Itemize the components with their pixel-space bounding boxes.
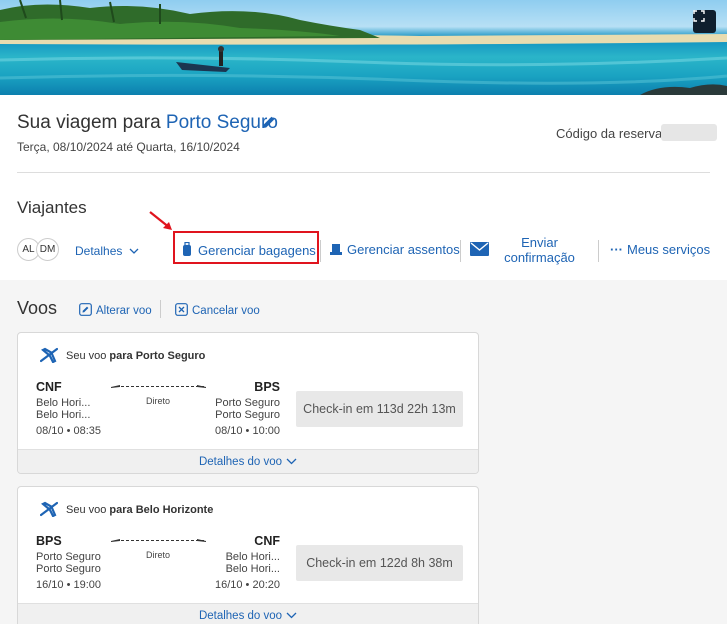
arrival-time: 08/10 • 10:00 <box>214 425 280 437</box>
flight-card: Seu voo para Porto Seguro CNF Belo Hori.… <box>17 332 479 474</box>
origin-airport: Belo Hori... <box>36 409 91 421</box>
trip-summary-panel: Sua viagem para Porto Seguro Terça, 08/1… <box>0 95 727 280</box>
my-services-label: Meus serviços <box>627 242 711 257</box>
destination-code: BPS <box>254 380 280 394</box>
origin-airport: Porto Seguro <box>36 563 101 575</box>
action-separator <box>598 240 599 262</box>
chevron-down-icon <box>129 248 139 254</box>
seat-icon <box>330 244 342 255</box>
expand-button[interactable] <box>693 10 716 33</box>
flight-details-link[interactable]: Detalhes do voo <box>18 449 478 473</box>
travelers-details-label: Detalhes <box>75 244 123 258</box>
page-title: Sua viagem para Porto Seguro <box>17 112 278 134</box>
origin-code: BPS <box>36 534 62 548</box>
send-confirmation-line1: Enviar <box>521 235 558 250</box>
origin-city: Belo Hori... <box>36 397 91 409</box>
plane-landing-icon <box>197 385 206 388</box>
checkin-countdown: Check-in em 122d 8h 38m <box>296 545 463 581</box>
beach-illustration <box>0 0 727 95</box>
trip-title-prefix: Sua viagem para <box>17 112 166 133</box>
action-separator <box>320 240 321 262</box>
departure-time: 16/10 • 19:00 <box>36 579 102 591</box>
hero-image <box>0 0 727 95</box>
flight-header: Seu voo para Belo Horizonte <box>66 504 213 516</box>
departure-time: 08/10 • 08:35 <box>36 425 102 437</box>
flight-header: Seu voo para Porto Seguro <box>66 350 205 362</box>
section-divider <box>17 172 710 173</box>
trip-dates: Terça, 08/10/2024 até Quarta, 16/10/2024 <box>17 140 240 154</box>
envelope-icon[interactable] <box>470 242 489 256</box>
expand-icon <box>693 10 705 22</box>
chevron-down-icon <box>286 612 297 619</box>
travelers-details-link[interactable]: Detalhes <box>75 244 139 258</box>
link-separator <box>160 300 161 318</box>
change-flight-label: Alterar voo <box>96 305 152 317</box>
arrival-time: 16/10 • 20:20 <box>214 579 280 591</box>
annotation-arrow-icon <box>149 211 172 230</box>
destination-city: Belo Hori... <box>225 551 280 563</box>
send-confirmation-button[interactable]: Enviar confirmação <box>497 235 582 265</box>
flight-card: Seu voo para Belo Horizonte BPS Porto Se… <box>17 486 479 624</box>
reservation-code-masked <box>661 124 717 141</box>
airplane-icon <box>40 501 58 517</box>
my-services-button[interactable]: ··· Meus serviços <box>610 242 710 257</box>
action-separator <box>460 240 461 262</box>
travelers-title: Viajantes <box>17 198 87 217</box>
destination-code: CNF <box>254 534 280 548</box>
flight-header-prefix: Seu voo <box>66 504 110 516</box>
checkin-countdown: Check-in em 113d 22h 13m <box>296 391 463 427</box>
airplane-icon <box>40 347 58 363</box>
highlight-box <box>173 231 319 264</box>
flights-title: Voos <box>17 298 58 318</box>
flight-details-label: Detalhes do voo <box>198 609 283 622</box>
cancel-flight-button[interactable]: Cancelar voo <box>175 303 260 317</box>
destination-airport: Belo Hori... <box>225 563 280 575</box>
reservation-code-label: Código da reserva: <box>556 126 666 141</box>
plane-landing-icon <box>197 539 206 542</box>
edit-pencil-icon[interactable] <box>262 115 276 129</box>
route-line <box>116 540 204 541</box>
edit-square-icon <box>79 303 92 316</box>
manage-seats-button[interactable]: Gerenciar assentos <box>330 242 460 257</box>
change-flight-button[interactable]: Alterar voo <box>79 303 152 317</box>
origin-code: CNF <box>36 380 62 394</box>
flight-header-destination: para Belo Horizonte <box>109 504 214 516</box>
stops-label: Direto <box>146 550 171 560</box>
flight-header-prefix: Seu voo <box>66 350 110 362</box>
avatar[interactable]: DM <box>36 238 59 261</box>
cancel-flight-label: Cancelar voo <box>192 305 260 317</box>
destination-city: Porto Seguro <box>215 397 280 409</box>
more-dots-icon: ··· <box>610 242 623 257</box>
send-confirmation-line2: confirmação <box>504 250 575 265</box>
destination-airport: Porto Seguro <box>215 409 280 421</box>
route-line <box>116 386 204 387</box>
chevron-down-icon <box>286 458 297 465</box>
cancel-square-icon <box>175 303 188 316</box>
flight-details-label: Detalhes do voo <box>198 455 283 468</box>
flight-details-link[interactable]: Detalhes do voo <box>18 603 478 624</box>
flight-header-destination: para Porto Seguro <box>109 350 206 362</box>
stops-label: Direto <box>146 396 171 406</box>
origin-city: Porto Seguro <box>36 551 101 563</box>
manage-seats-label: Gerenciar assentos <box>347 242 460 257</box>
